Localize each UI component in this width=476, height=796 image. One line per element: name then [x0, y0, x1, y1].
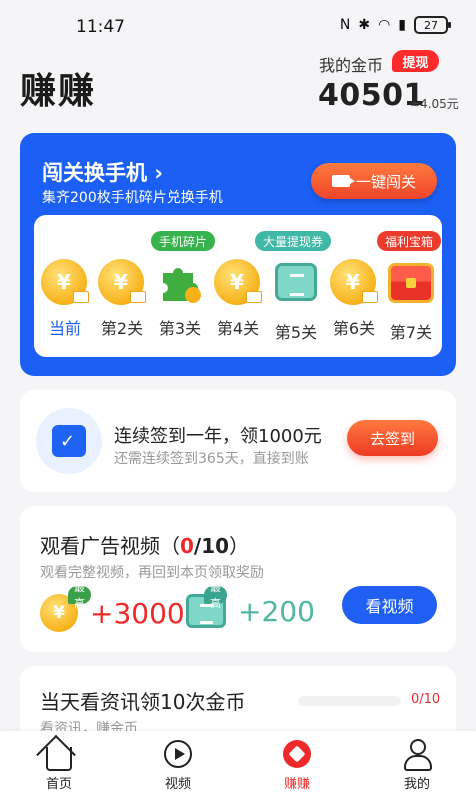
coin-reward-amount: +3000	[90, 596, 185, 630]
tab-earn[interactable]: 赚赚	[262, 739, 332, 792]
video-title-prefix: 观看广告视频（	[40, 534, 180, 558]
news-progress-bar	[298, 696, 401, 706]
challenge-subtitle: 集齐200枚手机碎片兑换手机	[42, 190, 223, 206]
phone-fragment-tag: 手机碎片	[151, 231, 216, 251]
signin-card: 连续签到一年，领1000元 还需连续签到365天，直接到账 去签到	[20, 390, 456, 492]
video-progress-den: /10	[193, 534, 230, 558]
video-title-suffix: ）	[229, 534, 250, 558]
signal-icon: ▮	[398, 17, 406, 33]
coin-cash-value: ≈4.05元	[410, 97, 459, 111]
calendar-icon-wrap	[36, 408, 102, 474]
level-item-4[interactable]: ¥ 第4关	[209, 259, 267, 339]
calendar-check-icon	[52, 425, 86, 457]
bluetooth-icon: ✱	[358, 17, 371, 33]
wifi-icon: ◠	[378, 17, 391, 33]
video-progress-num: 0	[180, 534, 194, 558]
tab-home[interactable]: 首页	[24, 739, 94, 792]
level-label: 第3关	[158, 319, 202, 338]
level-label: 第7关	[389, 323, 433, 342]
puzzle-piece-icon	[163, 268, 201, 303]
coin-icon: ¥	[330, 259, 378, 305]
battery-icon: 27	[414, 16, 451, 34]
withdraw-button[interactable]: 提现	[392, 50, 439, 72]
coin-icon: ¥	[98, 259, 146, 305]
level-label: 第4关	[216, 319, 260, 338]
voucher-icon	[275, 263, 317, 301]
level-track: 手机碎片 大量提现券 福利宝箱 ¥ 当前 ¥ 第2关 第3关 ¥ 第4关 第5关…	[34, 215, 442, 357]
status-icons: N ✱ ◠ ▮ 27	[339, 16, 451, 34]
one-click-challenge-label: 一键闯关	[355, 172, 416, 191]
home-icon	[46, 747, 72, 771]
video-camera-icon	[331, 175, 355, 187]
news-progress-count: 0/10	[411, 692, 441, 707]
news-title: 当天看资讯领10次金币	[40, 690, 246, 714]
level-item-3[interactable]: 第3关	[151, 259, 209, 339]
nfc-icon: N	[339, 17, 351, 33]
tab-video[interactable]: 视频	[143, 739, 213, 792]
level-item-current[interactable]: ¥ 当前	[36, 259, 94, 339]
status-time: 11:47	[76, 17, 125, 37]
level-item-5[interactable]: 第5关	[267, 259, 325, 343]
level-item-6[interactable]: ¥ 第6关	[325, 259, 383, 339]
signin-subtitle: 还需连续签到365天，直接到账	[114, 451, 309, 467]
chevron-right-icon: ›	[154, 161, 163, 185]
watch-video-button[interactable]: 看视频	[342, 586, 437, 624]
challenge-title: 闯关换手机	[42, 161, 147, 185]
treasure-tag: 福利宝箱	[377, 231, 442, 251]
coin-reward: ¥ 最高 +3000	[40, 581, 185, 632]
challenge-card: 闯关换手机 › 集齐200枚手机碎片兑换手机 一键闯关 手机碎片 大量提现券 福…	[20, 133, 456, 376]
one-click-challenge-button[interactable]: 一键闯关	[311, 163, 437, 199]
tab-label: 赚赚	[283, 777, 310, 792]
play-icon	[164, 740, 192, 768]
coin-max-badge: 最高	[68, 581, 91, 610]
level-label: 第6关	[332, 319, 376, 338]
signin-title: 连续签到一年，领1000元	[114, 426, 322, 447]
video-card: 观看广告视频（0/10） 观看完整视频，再回到本页领取奖励 ¥ 最高 +3000…	[20, 506, 456, 652]
level-item-7[interactable]: 第7关	[382, 259, 440, 343]
level-item-2[interactable]: ¥ 第2关	[93, 259, 151, 339]
voucher-tag: 大量提现券	[255, 231, 332, 251]
status-bar: 11:47 N ✱ ◠ ▮ 27	[0, 0, 476, 52]
coin-icon: ¥	[214, 259, 262, 305]
tab-label: 我的	[403, 777, 430, 792]
challenge-title-link[interactable]: 闯关换手机 ›	[42, 157, 163, 187]
tab-label: 首页	[45, 777, 72, 792]
tab-label: 视频	[164, 777, 191, 792]
level-label: 第5关	[274, 323, 318, 342]
my-coins-label: 我的金币	[319, 56, 384, 75]
voucher-max-badge: 最高	[204, 581, 227, 610]
treasure-chest-icon	[388, 263, 434, 303]
voucher-reward-amount: +200	[238, 594, 315, 628]
signin-button[interactable]: 去签到	[347, 420, 438, 456]
coin-balance: 40501	[318, 78, 425, 113]
bottom-tab-bar: 首页 视频 赚赚 我的	[0, 731, 476, 796]
page-title: 赚赚	[20, 71, 97, 112]
coin-icon: ¥	[41, 259, 89, 305]
level-label: 第2关	[100, 319, 144, 338]
level-label: 当前	[48, 319, 81, 338]
tab-mine[interactable]: 我的	[382, 739, 452, 792]
voucher-reward: 最高 +200	[186, 581, 315, 628]
earn-icon	[283, 740, 311, 768]
battery-level: 27	[424, 18, 438, 32]
person-icon	[402, 739, 432, 771]
video-title: 观看广告视频（0/10）	[40, 530, 249, 559]
